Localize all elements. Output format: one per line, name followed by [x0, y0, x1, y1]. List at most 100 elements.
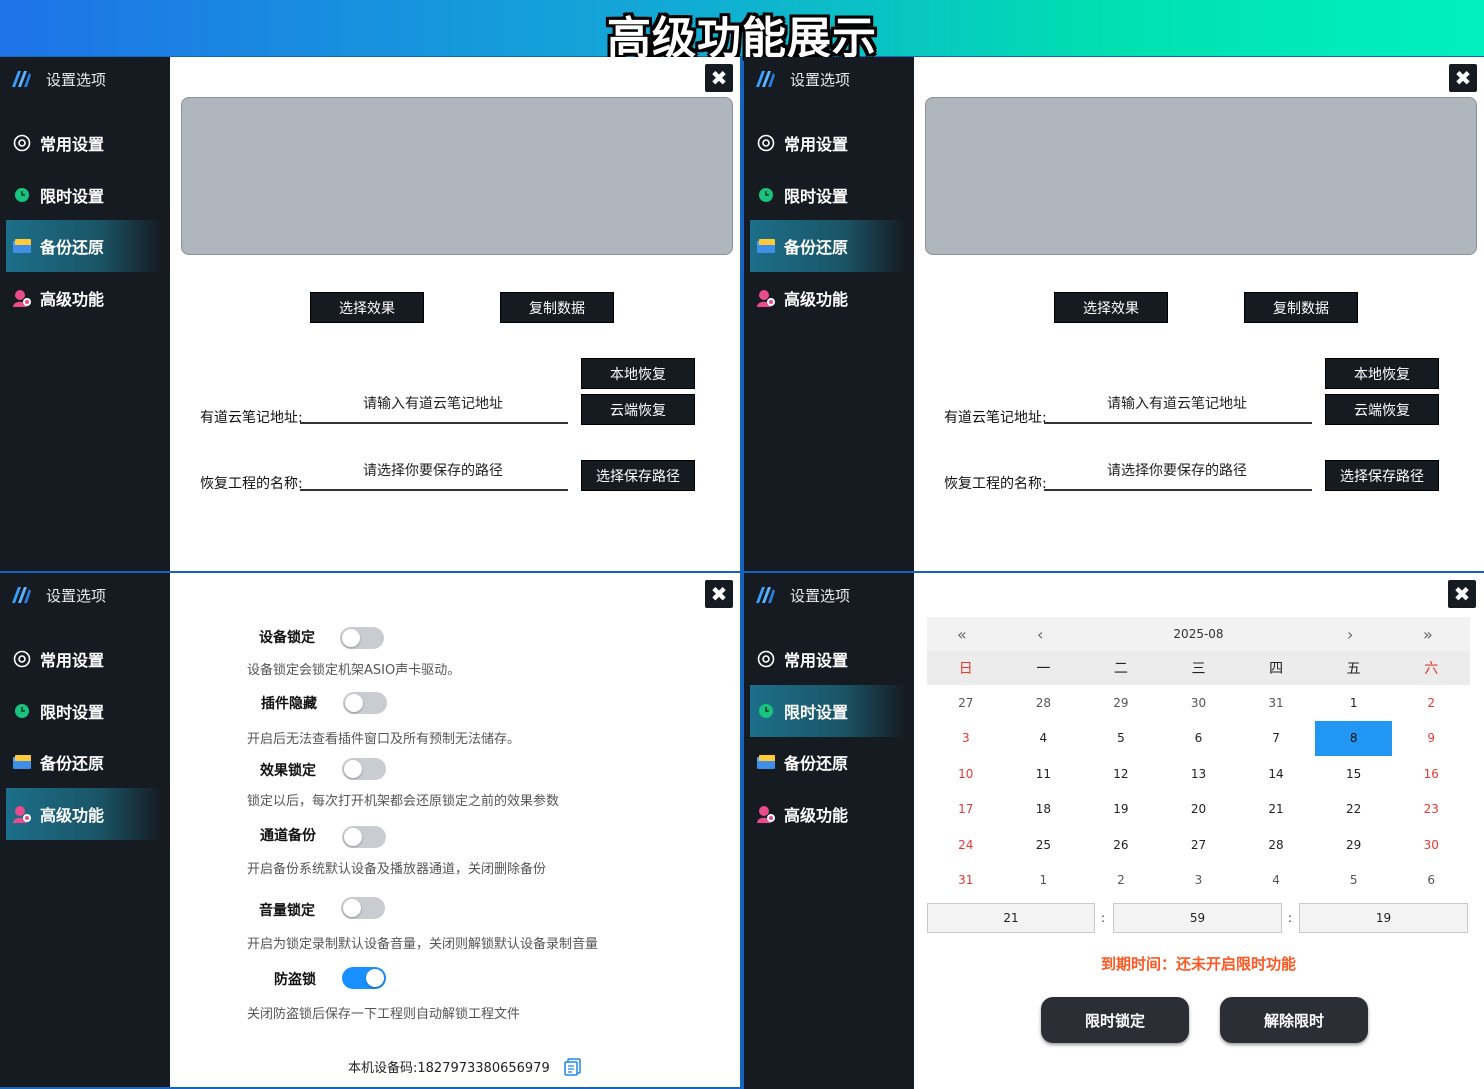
calendar-day[interactable]: 10	[927, 756, 1005, 792]
close-button[interactable]: ✖	[1448, 580, 1476, 608]
calendar-day[interactable]: 24	[927, 827, 1005, 863]
second-input[interactable]: 19	[1299, 903, 1468, 933]
select-path-button[interactable]: 选择保存路径	[581, 460, 695, 491]
calendar-day[interactable]: 29	[1082, 685, 1160, 721]
youdao-input[interactable]: 请输入有道云笔记地址	[302, 393, 564, 413]
calendar-day[interactable]: 23	[1392, 792, 1470, 828]
nav-backup-restore[interactable]: 备份还原	[6, 736, 162, 788]
calendar-day[interactable]: 22	[1315, 792, 1393, 828]
minute-input[interactable]: 59	[1113, 903, 1282, 933]
copy-data-button[interactable]: 复制数据	[500, 292, 614, 323]
project-path-input[interactable]: 请选择你要保存的路径	[302, 460, 564, 480]
calendar-day[interactable]: 19	[1082, 792, 1160, 828]
nav-common-settings[interactable]: 常用设置	[750, 117, 906, 169]
calendar-day[interactable]: 4	[1237, 863, 1315, 899]
device-lock-toggle[interactable]	[340, 627, 384, 649]
nav-timer-settings[interactable]: 限时设置	[6, 685, 162, 737]
calendar-day[interactable]: 31	[927, 863, 1005, 899]
nav-timer-settings[interactable]: 限时设置	[6, 169, 162, 221]
calendar-day[interactable]: 5	[1315, 863, 1393, 899]
channel-backup-toggle[interactable]	[342, 826, 386, 848]
calendar-day[interactable]: 16	[1392, 756, 1470, 792]
nav-advanced[interactable]: 高级功能	[750, 272, 906, 324]
backup-window-2: 设置选项 常用设置 限时设置 备份还原 高级功能 ✖ 选择效果 复制数据 本地恢…	[744, 57, 1484, 571]
nav-advanced[interactable]: 高级功能	[6, 788, 162, 840]
plugin-hide-toggle[interactable]	[343, 692, 387, 714]
calendar-day[interactable]: 15	[1315, 756, 1393, 792]
calendar-day[interactable]: 25	[1005, 827, 1083, 863]
effect-lock-toggle[interactable]	[342, 758, 386, 780]
local-restore-button[interactable]: 本地恢复	[581, 358, 695, 389]
device-code: 本机设备码:1827973380656979	[348, 1057, 582, 1076]
calendar-day[interactable]: 8	[1314, 720, 1393, 756]
calendar-day[interactable]: 31	[1237, 685, 1315, 721]
calendar-day[interactable]: 20	[1160, 792, 1238, 828]
calendar-day[interactable]: 30	[1160, 685, 1238, 721]
calendar-day[interactable]: 27	[927, 685, 1005, 721]
time-separator: :	[1288, 911, 1293, 925]
calendar-day[interactable]: 4	[1005, 721, 1083, 757]
calendar-day[interactable]: 2	[1082, 863, 1160, 899]
local-restore-button[interactable]: 本地恢复	[1325, 358, 1439, 389]
calendar-day[interactable]: 6	[1392, 863, 1470, 899]
nav-backup-restore[interactable]: 备份还原	[750, 736, 906, 788]
toggle-knob	[344, 828, 362, 846]
nav-common-settings[interactable]: 常用设置	[6, 117, 162, 169]
sidebar-title: 设置选项	[46, 586, 107, 605]
project-path-input[interactable]: 请选择你要保存的路径	[1046, 460, 1308, 480]
next-month-button[interactable]: ›	[1347, 625, 1353, 644]
select-effect-button[interactable]: 选择效果	[1054, 292, 1168, 323]
calendar-day[interactable]: 1	[1005, 863, 1083, 899]
weekday-label: 三	[1191, 661, 1206, 677]
calendar-day[interactable]: 7	[1237, 721, 1315, 757]
timer-lock-button[interactable]: 限时锁定	[1041, 997, 1189, 1043]
calendar-day[interactable]: 5	[1082, 721, 1160, 757]
nav-label: 常用设置	[40, 135, 105, 154]
calendar-day[interactable]: 18	[1005, 792, 1083, 828]
copy-data-button[interactable]: 复制数据	[1244, 292, 1358, 323]
calendar-day[interactable]: 21	[1237, 792, 1315, 828]
anti-theft-toggle[interactable]	[342, 967, 386, 989]
next-year-button[interactable]: »	[1423, 625, 1433, 644]
nav-advanced[interactable]: 高级功能	[6, 272, 162, 324]
cloud-restore-button[interactable]: 云端恢复	[581, 394, 695, 425]
calendar-day[interactable]: 11	[1005, 756, 1083, 792]
calendar-day[interactable]: 1	[1315, 685, 1393, 721]
calendar-day[interactable]: 13	[1160, 756, 1238, 792]
select-path-button[interactable]: 选择保存路径	[1325, 460, 1439, 491]
nav-backup-restore[interactable]: 备份还原	[6, 220, 162, 272]
close-button[interactable]: ✖	[705, 64, 733, 92]
calendar-day[interactable]: 12	[1082, 756, 1160, 792]
volume-lock-toggle[interactable]	[341, 897, 385, 919]
toggle-knob	[345, 694, 363, 712]
calendar-day[interactable]: 3	[1160, 863, 1238, 899]
cloud-restore-button[interactable]: 云端恢复	[1325, 394, 1439, 425]
close-button[interactable]: ✖	[705, 580, 733, 608]
calendar-day[interactable]: 2	[1392, 685, 1470, 721]
calendar-day[interactable]: 9	[1392, 721, 1470, 757]
copy-icon[interactable]	[563, 1057, 582, 1076]
nav-advanced[interactable]: 高级功能	[750, 788, 906, 840]
nav-common-settings[interactable]: 常用设置	[6, 633, 162, 685]
nav-timer-settings[interactable]: 限时设置	[750, 685, 906, 737]
calendar-day[interactable]: 28	[1237, 827, 1315, 863]
close-button[interactable]: ✖	[1449, 64, 1477, 92]
youdao-input[interactable]: 请输入有道云笔记地址	[1046, 393, 1308, 413]
calendar-day[interactable]: 28	[1005, 685, 1083, 721]
nav-common-settings[interactable]: 常用设置	[750, 633, 906, 685]
calendar-day[interactable]: 3	[927, 721, 1005, 757]
calendar-day[interactable]: 17	[927, 792, 1005, 828]
nav-timer-settings[interactable]: 限时设置	[750, 169, 906, 221]
calendar-day[interactable]: 6	[1160, 721, 1238, 757]
device-code-text: 本机设备码:1827973380656979	[348, 1061, 550, 1076]
nav-backup-restore[interactable]: 备份还原	[750, 220, 906, 272]
select-effect-button[interactable]: 选择效果	[310, 292, 424, 323]
timer-unlock-button[interactable]: 解除限时	[1220, 997, 1368, 1043]
calendar-day[interactable]: 30	[1392, 827, 1470, 863]
calendar-day[interactable]: 27	[1160, 827, 1238, 863]
calendar-day[interactable]: 29	[1315, 827, 1393, 863]
option-plugin-hide-desc: 开启后无法查看插件窗口及所有预制无法储存。	[247, 732, 521, 747]
hour-input[interactable]: 21	[927, 903, 1095, 933]
calendar-day[interactable]: 26	[1082, 827, 1160, 863]
calendar-day[interactable]: 14	[1237, 756, 1315, 792]
